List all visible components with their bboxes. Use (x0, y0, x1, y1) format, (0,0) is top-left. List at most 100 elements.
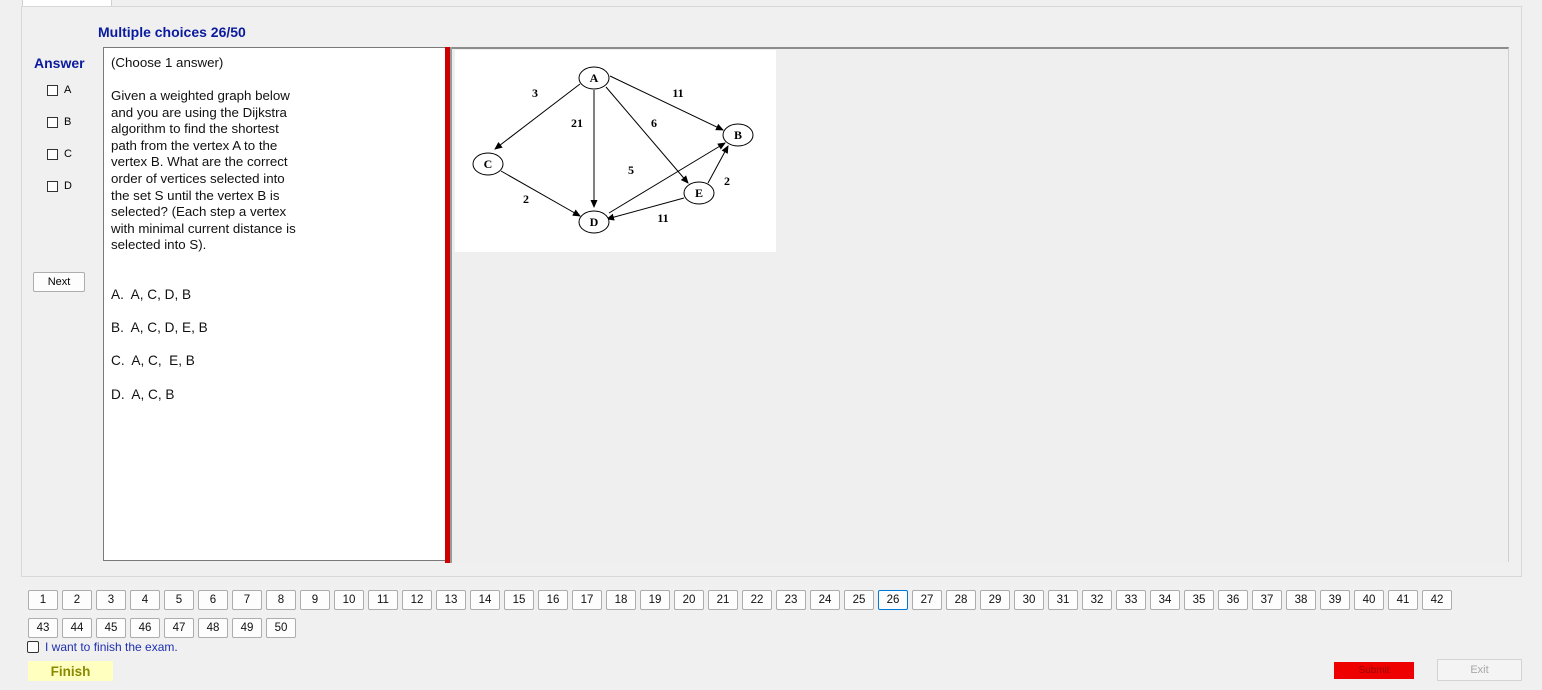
question-nav-button[interactable]: 31 (1048, 590, 1078, 610)
node-label: E (695, 186, 703, 200)
question-nav-button[interactable]: 33 (1116, 590, 1146, 610)
graph-image: A B C D E 3 11 21 6 5 2 2 11 (455, 50, 776, 252)
checkbox-d[interactable] (47, 180, 58, 192)
edge-a-e (605, 86, 689, 184)
question-nav-button[interactable]: 45 (96, 618, 126, 638)
question-nav-button[interactable]: 12 (402, 590, 432, 610)
edge-weight: 11 (657, 211, 668, 225)
answer-option-label: A (64, 84, 72, 96)
question-nav-button[interactable]: 39 (1320, 590, 1350, 610)
question-nav-button[interactable]: 13 (436, 590, 466, 610)
question-nav-button[interactable]: 5 (164, 590, 194, 610)
finish-button[interactable]: Finish (28, 661, 113, 681)
question-line: and you are using the Dijkstra (111, 104, 287, 120)
question-nav-button[interactable]: 38 (1286, 590, 1316, 610)
edge-weight: 2 (523, 192, 529, 206)
node-label: B (734, 128, 742, 142)
question-nav-button[interactable]: 26 (878, 590, 908, 610)
question-nav-button[interactable]: 23 (776, 590, 806, 610)
next-button[interactable]: Next (33, 272, 85, 292)
question-nav-button[interactable]: 18 (606, 590, 636, 610)
edge-c-d (500, 170, 581, 217)
question-nav-button[interactable]: 25 (844, 590, 874, 610)
edge-weight: 11 (672, 86, 683, 100)
question-nav-button[interactable]: 15 (504, 590, 534, 610)
question-nav-button[interactable]: 48 (198, 618, 228, 638)
answer-option-d[interactable]: D (47, 179, 72, 193)
question-nav-button[interactable]: 44 (62, 618, 92, 638)
answer-option-label: B (64, 116, 72, 128)
question-instruction: (Choose 1 answer) (111, 55, 224, 70)
question-line: path from the vertex A to the (111, 137, 278, 153)
question-nav-button[interactable]: 4 (130, 590, 160, 610)
question-line: the set S until the vertex B is (111, 187, 280, 203)
question-nav-button[interactable]: 8 (266, 590, 296, 610)
question-nav-button[interactable]: 2 (62, 590, 92, 610)
question-nav-button[interactable]: 1 (28, 590, 58, 610)
question-line: selected? (Each step a vertex (111, 204, 287, 220)
finish-exam-checkbox[interactable]: I want to finish the exam. (27, 640, 178, 654)
checkbox-b[interactable] (47, 116, 58, 128)
answer-option-label: C (64, 148, 72, 160)
node-label: C (484, 157, 493, 171)
exit-button[interactable]: Exit (1437, 659, 1522, 681)
question-nav-button[interactable]: 36 (1218, 590, 1248, 610)
finish-checkbox-box[interactable] (27, 641, 39, 653)
question-nav-button[interactable]: 30 (1014, 590, 1044, 610)
question-nav-button[interactable]: 17 (572, 590, 602, 610)
question-nav-button[interactable]: 43 (28, 618, 58, 638)
question-nav-button[interactable]: 32 (1082, 590, 1112, 610)
question-line: selected into S). (111, 237, 207, 253)
choice-b: B. A, C, D, E, B (111, 320, 208, 335)
question-line: order of vertices selected into (111, 171, 285, 186)
question-nav-button[interactable]: 6 (198, 590, 228, 610)
question-title: Multiple choices 26/50 (98, 24, 246, 40)
question-nav-button[interactable]: 3 (96, 590, 126, 610)
question-nav-button[interactable]: 11 (368, 590, 398, 610)
choice-d: D. A, C, B (111, 387, 175, 402)
question-nav-button[interactable]: 10 (334, 590, 364, 610)
question-nav-button[interactable]: 41 (1388, 590, 1418, 610)
edge-weight: 6 (651, 116, 657, 130)
question-text-panel[interactable]: (Choose 1 answer) Given a weighted graph… (103, 47, 445, 561)
question-line: Given a weighted graph below (111, 88, 290, 103)
question-nav-button[interactable]: 37 (1252, 590, 1282, 610)
edge-weight: 2 (724, 174, 730, 188)
answer-option-c[interactable]: C (47, 147, 72, 161)
question-nav-button[interactable]: 7 (232, 590, 262, 610)
graph-diagram: A B C D E 3 11 21 6 5 2 2 11 (472, 66, 754, 234)
question-nav-button[interactable]: 42 (1422, 590, 1452, 610)
question-nav-button[interactable]: 9 (300, 590, 330, 610)
edge-a-b (609, 75, 724, 131)
question-nav-button[interactable]: 19 (640, 590, 670, 610)
checkbox-c[interactable] (47, 148, 58, 160)
question-nav-button[interactable]: 35 (1184, 590, 1214, 610)
node-label: D (590, 215, 599, 229)
answer-option-label: D (64, 180, 72, 192)
answer-option-a[interactable]: A (47, 83, 71, 97)
question-nav-button[interactable]: 16 (538, 590, 568, 610)
choice-a: A. A, C, D, B (111, 287, 192, 302)
question-nav-button[interactable]: 20 (674, 590, 704, 610)
question-nav-button[interactable]: 21 (708, 590, 738, 610)
question-nav-button[interactable]: 22 (742, 590, 772, 610)
answer-option-b[interactable]: B (47, 115, 71, 129)
question-line: algorithm to find the shortest (111, 121, 279, 137)
submit-button[interactable]: Submit (1334, 662, 1414, 679)
question-nav-button[interactable]: 29 (980, 590, 1010, 610)
question-nav-button[interactable]: 34 (1150, 590, 1180, 610)
question-nav-button[interactable]: 27 (912, 590, 942, 610)
finish-checkbox-label: I want to finish the exam. (45, 640, 178, 654)
question-nav-button[interactable]: 24 (810, 590, 840, 610)
checkbox-a[interactable] (47, 84, 58, 96)
edge-weight: 21 (571, 116, 583, 130)
question-nav-button[interactable]: 14 (470, 590, 500, 610)
question-nav-button[interactable]: 47 (164, 618, 194, 638)
choice-c: C. A, C, E, B (111, 353, 195, 368)
question-nav-button[interactable]: 50 (266, 618, 296, 638)
edge-weight: 3 (532, 86, 538, 100)
question-nav-button[interactable]: 28 (946, 590, 976, 610)
question-nav-button[interactable]: 49 (232, 618, 262, 638)
question-nav-button[interactable]: 46 (130, 618, 160, 638)
question-nav-button[interactable]: 40 (1354, 590, 1384, 610)
